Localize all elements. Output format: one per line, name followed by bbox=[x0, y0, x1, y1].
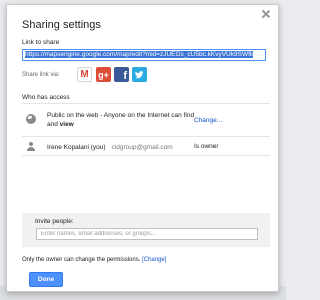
sharing-settings-dialog: Sharing settings Link to share https://m… bbox=[6, 4, 279, 292]
public-access-text: Public on the web - Anyone on the Intern… bbox=[47, 111, 202, 129]
owner-identity: Irene Kopalani (you) cidgroup@gmail.com bbox=[47, 143, 173, 152]
public-access-level: view bbox=[59, 121, 74, 128]
share-link-text: https://mapsengine.google.com/map/edit?m… bbox=[25, 51, 254, 58]
access-row-public: Public on the web - Anyone on the Intern… bbox=[22, 103, 270, 136]
who-has-access-heading: Who has access bbox=[22, 94, 70, 101]
invite-people-section: Invite people: bbox=[22, 213, 270, 247]
share-link-via-row: Share link via: M g+ f bbox=[22, 67, 272, 83]
change-access-link[interactable]: Change... bbox=[194, 117, 222, 124]
twitter-icon[interactable] bbox=[132, 67, 147, 82]
link-to-share-label: Link to share bbox=[22, 39, 60, 46]
owner-email: cidgroup@gmail.com bbox=[111, 144, 173, 151]
invite-people-label: Invite people: bbox=[35, 218, 74, 225]
share-link-field[interactable]: https://mapsengine.google.com/map/edit?m… bbox=[22, 49, 266, 61]
access-row-owner: Irene Kopalani (you) cidgroup@gmail.com I… bbox=[22, 136, 270, 156]
person-icon bbox=[26, 142, 36, 152]
owner-name: Irene Kopalani (you) bbox=[47, 144, 106, 151]
done-button[interactable]: Done bbox=[29, 272, 63, 287]
owner-role: Is owner bbox=[194, 143, 219, 150]
google-plus-icon[interactable]: g+ bbox=[96, 67, 111, 82]
dialog-title: Sharing settings bbox=[22, 19, 101, 31]
globe-icon bbox=[26, 114, 36, 124]
close-icon[interactable] bbox=[262, 10, 270, 18]
facebook-icon[interactable]: f bbox=[114, 67, 129, 82]
gmail-icon[interactable]: M bbox=[77, 67, 92, 82]
permission-text: Only the owner can change the permission… bbox=[22, 257, 141, 263]
share-via-label: Share link via: bbox=[22, 72, 60, 78]
permission-note: Only the owner can change the permission… bbox=[22, 257, 166, 263]
invite-people-input[interactable] bbox=[36, 228, 258, 240]
change-permissions-link[interactable]: [Change] bbox=[142, 257, 166, 263]
